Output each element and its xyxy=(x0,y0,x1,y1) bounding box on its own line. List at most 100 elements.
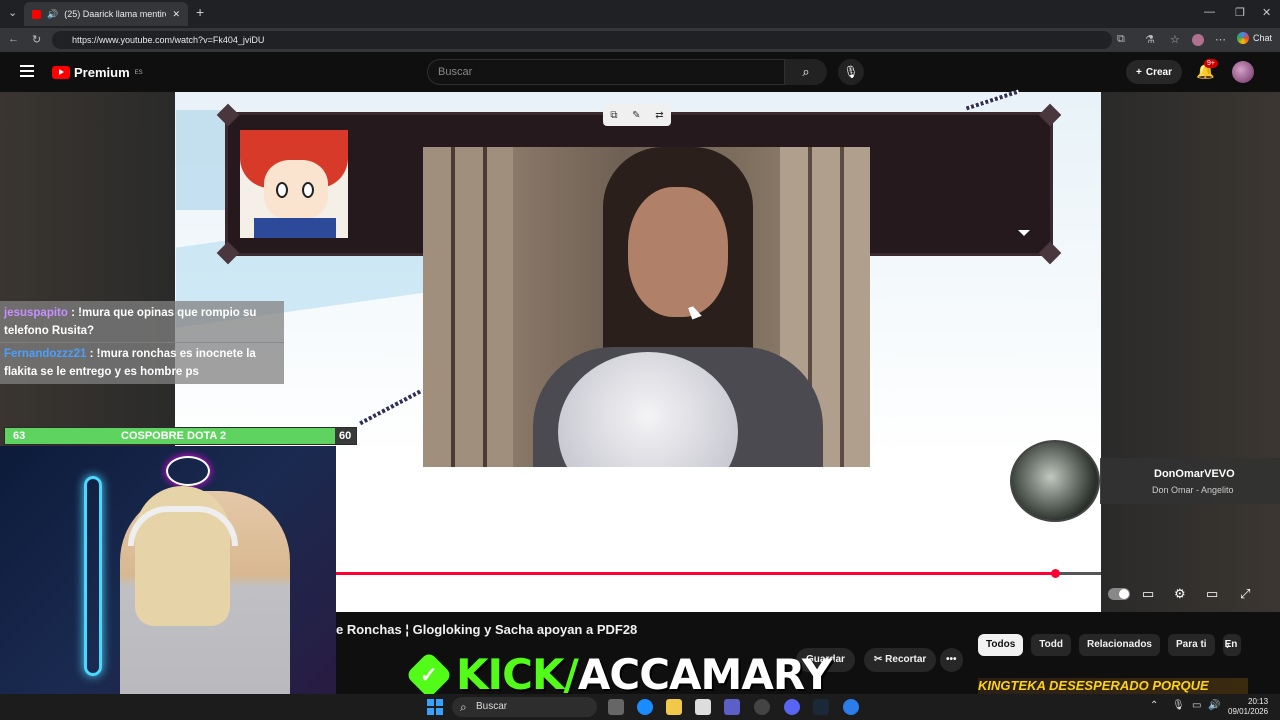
copy-icon[interactable]: ⧉ xyxy=(610,110,617,121)
minimize-icon[interactable]: — xyxy=(1204,6,1215,18)
search-icon: ⌕ xyxy=(802,64,810,79)
account-avatar[interactable] xyxy=(1232,61,1254,83)
create-label: Crear xyxy=(1145,66,1172,78)
more-label: ••• xyxy=(946,654,957,665)
chrome-icon[interactable] xyxy=(754,699,770,715)
plus-icon: + xyxy=(1136,66,1142,78)
new-tab-icon[interactable]: + xyxy=(196,4,204,20)
voice-search-button[interactable]: 🎙 xyxy=(838,59,864,85)
kick-channel-overlay: ✓ KICK/ACCAMARY xyxy=(405,650,832,699)
video-progress-bar[interactable] xyxy=(336,569,1101,578)
mic-tray-icon[interactable]: 🎙 xyxy=(1172,700,1185,711)
neon-light xyxy=(84,476,102,676)
youtube-premium-logo[interactable]: Premium ES xyxy=(52,65,143,80)
favorites-icon[interactable]: ☆ xyxy=(1170,33,1180,46)
chip-relacionados[interactable]: Relacionados xyxy=(1078,634,1160,656)
settings-gear-icon[interactable]: ⚙ xyxy=(1174,586,1186,602)
youtube-favicon-icon xyxy=(32,9,41,19)
chat-label: Chat xyxy=(1252,33,1272,43)
portrait-face xyxy=(264,160,328,220)
search-input[interactable]: Buscar xyxy=(427,59,785,85)
kick-prefix: KICK/ xyxy=(456,650,579,699)
planet-neon-icon xyxy=(166,456,210,486)
url-text: https://www.youtube.com/watch?v=Fk404_jv… xyxy=(72,35,265,45)
streamer-webcam xyxy=(0,446,336,720)
taskbar-search-label: Buscar xyxy=(476,701,508,712)
maximize-icon[interactable]: ❐ xyxy=(1235,6,1245,19)
goal-left-value: 63 xyxy=(13,430,26,442)
dialog-next-arrow-icon xyxy=(1018,230,1030,236)
tray-chevron-icon[interactable]: ⌃ xyxy=(1150,700,1158,711)
tab-list-chevron-icon[interactable]: ⌄ xyxy=(8,6,17,19)
endscreen-channel: DonOmarVEVO xyxy=(1154,468,1235,480)
hamburger-menu-icon[interactable] xyxy=(20,65,34,77)
related-thumbnail-text[interactable]: KINGTEKA DESESPERADO PORQUE xyxy=(978,678,1248,694)
file-explorer-icon[interactable] xyxy=(666,699,682,715)
task-view-icon[interactable] xyxy=(608,699,624,715)
clip-button[interactable]: ✂ Recortar xyxy=(864,648,937,672)
browser-menu-icon[interactable]: ⋯ xyxy=(1215,33,1226,46)
volume-icon[interactable]: 🔊 xyxy=(1208,700,1220,711)
more-actions-button[interactable]: ••• xyxy=(940,648,963,672)
lab-icon[interactable]: ⚗ xyxy=(1145,33,1155,46)
chat-message: Fernandozzz21 : !mura ronchas es inocnet… xyxy=(0,342,284,384)
url-field[interactable]: https://www.youtube.com/watch?v=Fk404_jv… xyxy=(52,31,1112,49)
donation-goal-bar: 63 COSPOBRE DOTA 2 60 xyxy=(4,427,357,445)
close-window-icon[interactable]: ✕ xyxy=(1262,6,1271,19)
portrait-eye xyxy=(302,182,314,198)
subtitles-icon[interactable]: ▭ xyxy=(1142,586,1154,602)
create-button[interactable]: + Crear xyxy=(1126,60,1182,84)
translate-icon[interactable]: ⇄ xyxy=(655,110,663,121)
extension-icon[interactable]: ⧉ xyxy=(1117,33,1125,46)
endscreen-thumbnail[interactable] xyxy=(1010,440,1100,522)
image-tools-popup[interactable]: ⧉ ✎ ⇄ xyxy=(603,104,671,126)
copilot-icon xyxy=(1236,32,1249,44)
profile-avatar[interactable] xyxy=(1192,34,1204,46)
taskbar-search[interactable]: Buscar xyxy=(452,697,597,717)
windows-taskbar: Buscar ⌃ 🎙 ▭ 🔊 20:13 09/01/2026 xyxy=(0,694,1280,720)
portrait-eye xyxy=(276,182,288,198)
chat-username: jesuspapito xyxy=(4,307,68,319)
search-button[interactable]: ⌕ xyxy=(785,59,827,85)
goal-label: COSPOBRE DOTA 2 xyxy=(121,430,227,442)
speaker-icon[interactable]: 🔊 xyxy=(47,9,58,20)
scissors-icon: ✂ xyxy=(874,654,883,665)
app-icon[interactable] xyxy=(843,699,859,715)
browser-tab-bar: ⌄ 🔊 (25) Daarick llama mentirosa ✕ + — ❐… xyxy=(0,0,1280,28)
chips-next-chevron-icon[interactable]: › xyxy=(1226,638,1230,652)
note-icon[interactable]: ✎ xyxy=(632,110,640,121)
notification-badge: 9+ xyxy=(1204,59,1218,68)
person-face xyxy=(628,187,728,317)
search-placeholder: Buscar xyxy=(438,66,473,78)
steam-icon[interactable] xyxy=(813,699,829,715)
edge-icon[interactable] xyxy=(637,699,653,715)
autoplay-toggle[interactable] xyxy=(1108,588,1130,600)
kick-channel-name: ACCAMARY xyxy=(577,650,832,699)
theater-mode-icon[interactable]: ▭ xyxy=(1206,586,1218,602)
related-chips: Todos Todd Relacionados Para ti En xyxy=(978,634,1241,656)
clock[interactable]: 20:13 09/01/2026 xyxy=(1228,697,1268,717)
copilot-chat-button[interactable]: Chat xyxy=(1236,32,1272,44)
teams-icon[interactable] xyxy=(724,699,740,715)
progress-played xyxy=(336,572,1056,575)
clock-date: 09/01/2026 xyxy=(1228,707,1269,716)
character-portrait xyxy=(240,130,348,238)
windows-start-icon[interactable] xyxy=(427,699,443,715)
back-icon[interactable]: ← xyxy=(8,33,19,45)
chip-todd[interactable]: Todd xyxy=(1031,634,1071,656)
reload-icon[interactable]: ↻ xyxy=(32,33,41,46)
chat-username: Fernandozzz21 xyxy=(4,348,87,360)
tab-title: (25) Daarick llama mentirosa xyxy=(64,9,166,19)
fullscreen-icon[interactable]: ⤢ xyxy=(1240,586,1250,602)
youtube-play-icon xyxy=(52,66,70,79)
verified-check-icon: ✓ xyxy=(405,650,453,699)
store-icon[interactable] xyxy=(695,699,711,715)
chip-todos[interactable]: Todos xyxy=(978,634,1024,656)
logo-text: Premium xyxy=(74,65,130,80)
discord-icon[interactable] xyxy=(784,699,800,715)
endscreen-info[interactable]: DonOmarVEVO Don Omar - Angelito xyxy=(1100,458,1280,504)
browser-tab[interactable]: 🔊 (25) Daarick llama mentirosa ✕ xyxy=(24,2,188,26)
chip-para-ti[interactable]: Para ti xyxy=(1168,634,1215,656)
network-icon[interactable]: ▭ xyxy=(1192,700,1201,711)
close-tab-icon[interactable]: ✕ xyxy=(172,9,180,20)
